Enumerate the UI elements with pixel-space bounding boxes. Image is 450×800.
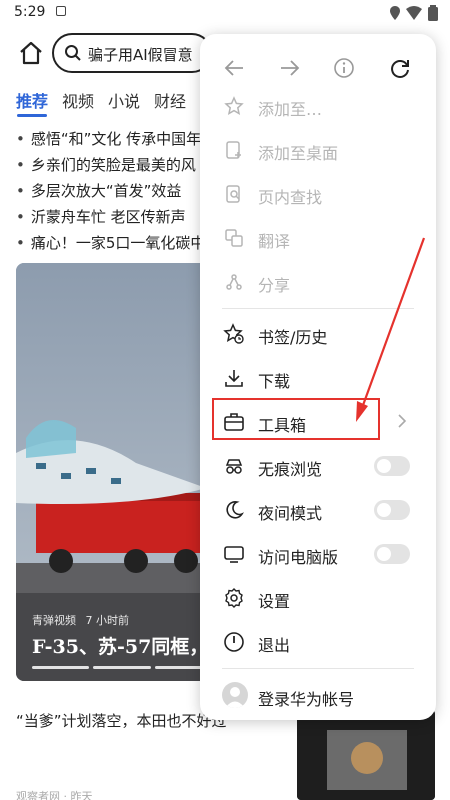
desktop-site-toggle[interactable] <box>374 544 410 564</box>
login-huawei-account-button[interactable]: 登录华为帐号 <box>200 674 436 718</box>
menu-item-label: 翻译 <box>258 232 291 251</box>
menu-item-label: 书签/历史 <box>258 328 328 347</box>
active-tab-indicator <box>17 114 47 117</box>
menu-item-label: 分享 <box>258 276 291 295</box>
home-icon[interactable] <box>18 40 44 66</box>
menu-divider <box>222 668 414 669</box>
account-label: 登录华为帐号 <box>258 690 355 709</box>
power-icon <box>222 630 246 654</box>
incognito-toggle[interactable] <box>374 456 410 476</box>
menu-divider <box>222 308 414 309</box>
menu-item-label: 下载 <box>258 372 291 391</box>
status-bar: 5:29 <box>0 0 450 26</box>
chevron-right-icon <box>398 414 407 428</box>
tab-video[interactable]: 视频 <box>62 88 94 112</box>
incognito-icon <box>222 454 246 478</box>
info-icon <box>334 58 354 78</box>
page-info-button[interactable] <box>324 48 364 88</box>
video-progress <box>32 666 212 669</box>
article-title[interactable]: “当爹”计划落空，本田也不好过 <box>16 710 227 731</box>
video-title: F-35、苏-57同框，美 <box>32 636 228 658</box>
gear-icon <box>222 586 246 610</box>
headline-item[interactable]: 痛心！一家5口一氧化碳中 <box>16 230 216 256</box>
night-mode-toggle[interactable] <box>374 500 410 520</box>
monitor-icon <box>222 542 246 566</box>
video-source: 青弹视频 <box>32 614 76 627</box>
menu-item-label: 访问电脑版 <box>258 548 339 567</box>
car-image <box>297 710 435 800</box>
arrow-left-icon <box>224 60 243 76</box>
menu-item-add-to[interactable]: 添加至… <box>200 84 436 128</box>
headline-item[interactable]: 沂蒙舟车忙 老区传新声 <box>16 204 216 230</box>
headline-item[interactable]: 乡亲们的笑脸是最美的风 <box>16 152 216 178</box>
menu-item-settings[interactable]: 设置 <box>200 576 436 620</box>
avatar <box>222 682 248 708</box>
status-icons <box>390 5 438 21</box>
annotation-highlight-box <box>212 398 380 440</box>
menu-item-label: 添加至… <box>258 100 323 119</box>
menu-item-label: 无痕浏览 <box>258 460 323 479</box>
tab-finance[interactable]: 财经 <box>154 88 186 112</box>
tab-novel[interactable]: 小说 <box>108 88 140 112</box>
menu-item-label: 添加至桌面 <box>258 144 339 163</box>
menu-item-share[interactable]: 分享 <box>200 260 436 304</box>
search-input[interactable]: 骗子用AI假冒意 <box>52 33 212 73</box>
headline-list: 感悟“和”文化 传承中国年 乡亲们的笑脸是最美的风 多层次放大“首发”效益 沂蒙… <box>16 126 216 256</box>
moon-icon <box>222 498 246 522</box>
menu-item-desktop-site[interactable]: 访问电脑版 <box>200 532 436 576</box>
menu-item-label: 夜间模式 <box>258 504 323 523</box>
headline-item[interactable]: 感悟“和”文化 传承中国年 <box>16 126 216 152</box>
browser-menu: 添加至… 添加至桌面 页内查找 翻译 分享 书签/历史 下载 工具箱 无痕浏览 … <box>200 34 436 720</box>
video-time: 7 小时前 <box>85 614 130 627</box>
wifi-icon <box>406 6 422 20</box>
article-source: 观察者网 · 昨天 <box>16 790 93 800</box>
menu-item-add-to-desktop[interactable]: 添加至桌面 <box>200 128 436 172</box>
location-icon <box>390 6 400 20</box>
menu-item-label: 设置 <box>258 592 291 611</box>
menu-item-night-mode[interactable]: 夜间模式 <box>200 488 436 532</box>
channel-tabs: 推荐 视频 小说 财经 <box>16 88 186 112</box>
search-text: 骗子用AI假冒意 <box>88 46 193 64</box>
bookmark-history-icon <box>222 322 246 346</box>
add-to-desktop-icon <box>222 138 246 162</box>
search-icon <box>65 45 81 61</box>
menu-item-download[interactable]: 下载 <box>200 356 436 400</box>
tab-recommend[interactable]: 推荐 <box>16 88 48 112</box>
back-button[interactable] <box>214 48 254 88</box>
menu-item-label: 页内查找 <box>258 188 323 207</box>
translate-icon <box>222 226 246 250</box>
menu-item-bookmarks-history[interactable]: 书签/历史 <box>200 312 436 356</box>
menu-item-label: 退出 <box>258 636 291 655</box>
notification-icon <box>56 6 66 16</box>
find-in-page-icon <box>222 182 246 206</box>
headline-item[interactable]: 多层次放大“首发”效益 <box>16 178 216 204</box>
forward-button[interactable] <box>270 48 310 88</box>
article-thumbnail[interactable] <box>297 710 435 800</box>
refresh-button[interactable] <box>380 48 420 88</box>
refresh-icon <box>391 60 409 78</box>
battery-icon <box>428 5 438 21</box>
arrow-right-icon <box>281 60 300 76</box>
video-meta: 青弹视频 7 小时前 <box>32 612 129 628</box>
menu-item-incognito[interactable]: 无痕浏览 <box>200 444 436 488</box>
download-icon <box>222 366 246 390</box>
share-icon <box>222 270 246 294</box>
menu-item-exit[interactable]: 退出 <box>200 620 436 664</box>
status-time: 5:29 <box>14 4 46 20</box>
menu-item-find-in-page[interactable]: 页内查找 <box>200 172 436 216</box>
menu-item-translate[interactable]: 翻译 <box>200 216 436 260</box>
star-add-icon <box>222 94 246 118</box>
